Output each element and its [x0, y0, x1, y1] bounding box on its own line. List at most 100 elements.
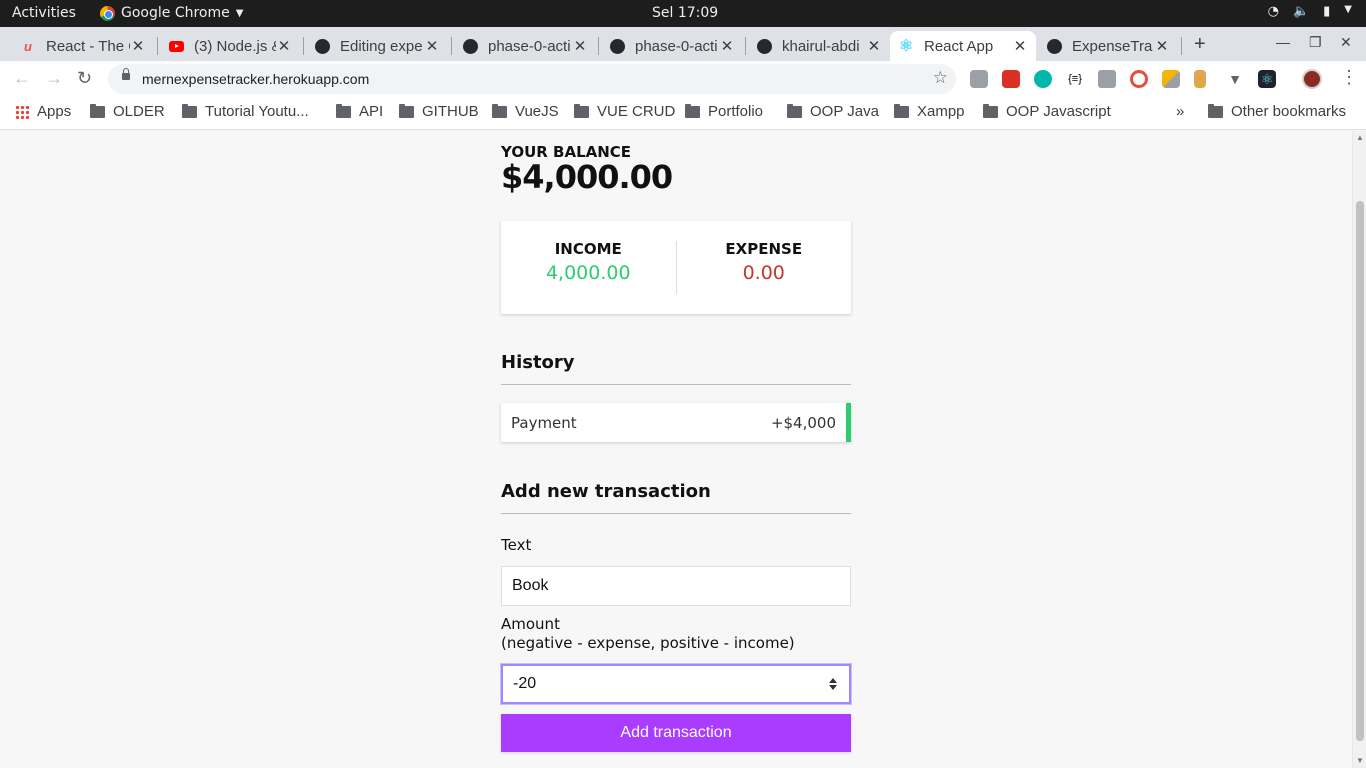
income-expense-card: INCOME 4,000.00 EXPENSE 0.00 [501, 221, 851, 314]
close-icon[interactable]: ✕ [866, 37, 882, 55]
scroll-up-icon[interactable]: ▲ [1356, 133, 1364, 142]
reload-icon[interactable]: ↻ [77, 68, 92, 89]
extension-icon[interactable] [1002, 70, 1020, 88]
tab-udemy[interactable]: u React - The C ✕ [12, 31, 154, 61]
tab-github-expensetracker[interactable]: ExpenseTra ✕ [1038, 31, 1178, 61]
tab-github-khairul[interactable]: khairul-abdi ✕ [748, 31, 890, 61]
tab-youtube[interactable]: (3) Node.js & ✕ [160, 31, 300, 61]
bookmark-apps[interactable]: Apps [15, 103, 71, 120]
close-window-button[interactable]: ✕ [1340, 34, 1352, 51]
back-arrow-icon[interactable]: ← [13, 68, 31, 89]
bookmarks-overflow-button[interactable]: » [1176, 103, 1184, 120]
app-name: Google Chrome [121, 5, 230, 21]
tab-title: (3) Node.js & [194, 37, 276, 55]
json-viewer-icon[interactable]: {≡} [1066, 70, 1084, 88]
tab-title: phase-0-acti [635, 37, 718, 55]
url-text[interactable]: mernexpensetracker.herokuapp.com [142, 71, 369, 87]
battery-icon: ▮ [1323, 4, 1331, 19]
amount-input[interactable]: -20 [501, 664, 851, 704]
app-menu[interactable]: Google Chrome ▼ [100, 5, 243, 21]
tab-separator [303, 37, 304, 55]
tab-github-editing[interactable]: Editing expe ✕ [306, 31, 448, 61]
scrollbar-thumb[interactable] [1356, 201, 1364, 741]
close-icon[interactable]: ✕ [130, 37, 146, 55]
income-label: INCOME [554, 240, 622, 258]
text-input[interactable]: Book [501, 566, 851, 606]
expense-value: 0.00 [742, 262, 785, 284]
bookmark-label: GITHUB [422, 103, 479, 120]
extension-icon[interactable] [1162, 70, 1180, 88]
tab-title: ExpenseTra [1072, 37, 1153, 55]
tab-separator [598, 37, 599, 55]
text-field-label: Text [501, 536, 532, 554]
tab-title: Editing expe [340, 37, 423, 55]
extension-icon[interactable] [970, 70, 988, 88]
address-bar[interactable]: mernexpensetracker.herokuapp.com ☆ [108, 64, 956, 94]
bookmark-star-icon[interactable]: ☆ [933, 68, 948, 88]
bookmark-folder[interactable]: Tutorial Youtu... [182, 103, 309, 120]
close-icon[interactable]: ✕ [1012, 37, 1028, 55]
extension-icon[interactable] [1194, 70, 1206, 88]
chrome-icon [100, 5, 115, 21]
tab-react-app[interactable]: ⚛ React App ✕ [890, 31, 1036, 61]
tab-title: React App [924, 37, 994, 55]
amount-hint-text: (negative - expense, positive - income) [501, 634, 795, 652]
vertical-scrollbar[interactable]: ▲ ▼ [1352, 131, 1366, 768]
clock[interactable]: Sel 17:09 [652, 5, 718, 21]
bookmark-label: Xampp [917, 103, 965, 120]
vue-devtools-icon[interactable]: ▼ [1226, 70, 1244, 88]
minimize-button[interactable]: — [1276, 34, 1290, 50]
amount-input-value: -20 [513, 675, 537, 692]
folder-icon [182, 103, 197, 118]
bookmark-other[interactable]: Other bookmarks [1208, 103, 1346, 120]
volume-icon: 🔈 [1292, 4, 1310, 19]
restore-button[interactable]: ❐ [1309, 34, 1322, 51]
close-icon[interactable]: ✕ [276, 37, 292, 55]
close-icon[interactable]: ✕ [424, 37, 440, 55]
folder-icon [574, 103, 589, 118]
bookmark-folder[interactable]: Portfolio [685, 103, 763, 120]
react-devtools-icon[interactable]: ⚛ [1258, 70, 1276, 88]
close-icon[interactable]: ✕ [1154, 37, 1170, 55]
number-spinner-icon[interactable] [829, 678, 837, 690]
folder-icon [983, 103, 998, 118]
close-icon[interactable]: ✕ [572, 37, 588, 55]
more-menu-icon[interactable]: ⋮ [1340, 67, 1358, 88]
github-icon [609, 38, 625, 54]
youtube-icon [168, 38, 184, 54]
bookmark-label: OLDER [113, 103, 165, 120]
github-icon [462, 38, 478, 54]
github-icon [1046, 38, 1062, 54]
bookmark-label: OOP Java [810, 103, 879, 120]
bookmark-label: VUE CRUD [597, 103, 676, 120]
forward-arrow-icon[interactable]: → [45, 68, 63, 89]
bookmark-folder[interactable]: VueJS [492, 103, 559, 120]
new-tab-button[interactable]: + [1194, 33, 1206, 56]
scroll-down-icon[interactable]: ▼ [1356, 756, 1364, 765]
avatar[interactable] [1302, 69, 1322, 89]
folder-icon [492, 103, 507, 118]
folder-icon [90, 103, 105, 118]
list-item[interactable]: Payment +$4,000 [501, 403, 851, 442]
add-transaction-button[interactable]: Add transaction [501, 714, 851, 752]
transaction-text: Payment [511, 413, 577, 432]
transaction-amount: +$4,000 [770, 413, 836, 432]
extension-icon[interactable] [1130, 70, 1148, 88]
bookmark-folder[interactable]: VUE CRUD [574, 103, 675, 120]
bookmark-label: OOP Javascript [1006, 103, 1111, 120]
tab-github-phase-2[interactable]: phase-0-acti ✕ [601, 31, 743, 61]
close-icon[interactable]: ✕ [719, 37, 735, 55]
activities-button[interactable]: Activities [12, 5, 76, 21]
camera-icon[interactable] [1098, 70, 1116, 88]
extension-icon[interactable] [1034, 70, 1052, 88]
bookmark-folder[interactable]: API [336, 103, 383, 120]
tab-github-phase-1[interactable]: phase-0-acti ✕ [454, 31, 596, 61]
bookmark-folder[interactable]: OLDER [90, 103, 165, 120]
expense-label: EXPENSE [725, 240, 803, 258]
bookmark-folder[interactable]: Xampp [894, 103, 965, 120]
bookmark-folder[interactable]: GITHUB [399, 103, 479, 120]
bookmark-folder[interactable]: OOP Java [787, 103, 879, 120]
lock-icon [122, 68, 130, 80]
bookmark-folder[interactable]: OOP Javascript [983, 103, 1111, 120]
system-tray[interactable]: ◔ 🔈 ▮ ▼ [1268, 4, 1352, 19]
